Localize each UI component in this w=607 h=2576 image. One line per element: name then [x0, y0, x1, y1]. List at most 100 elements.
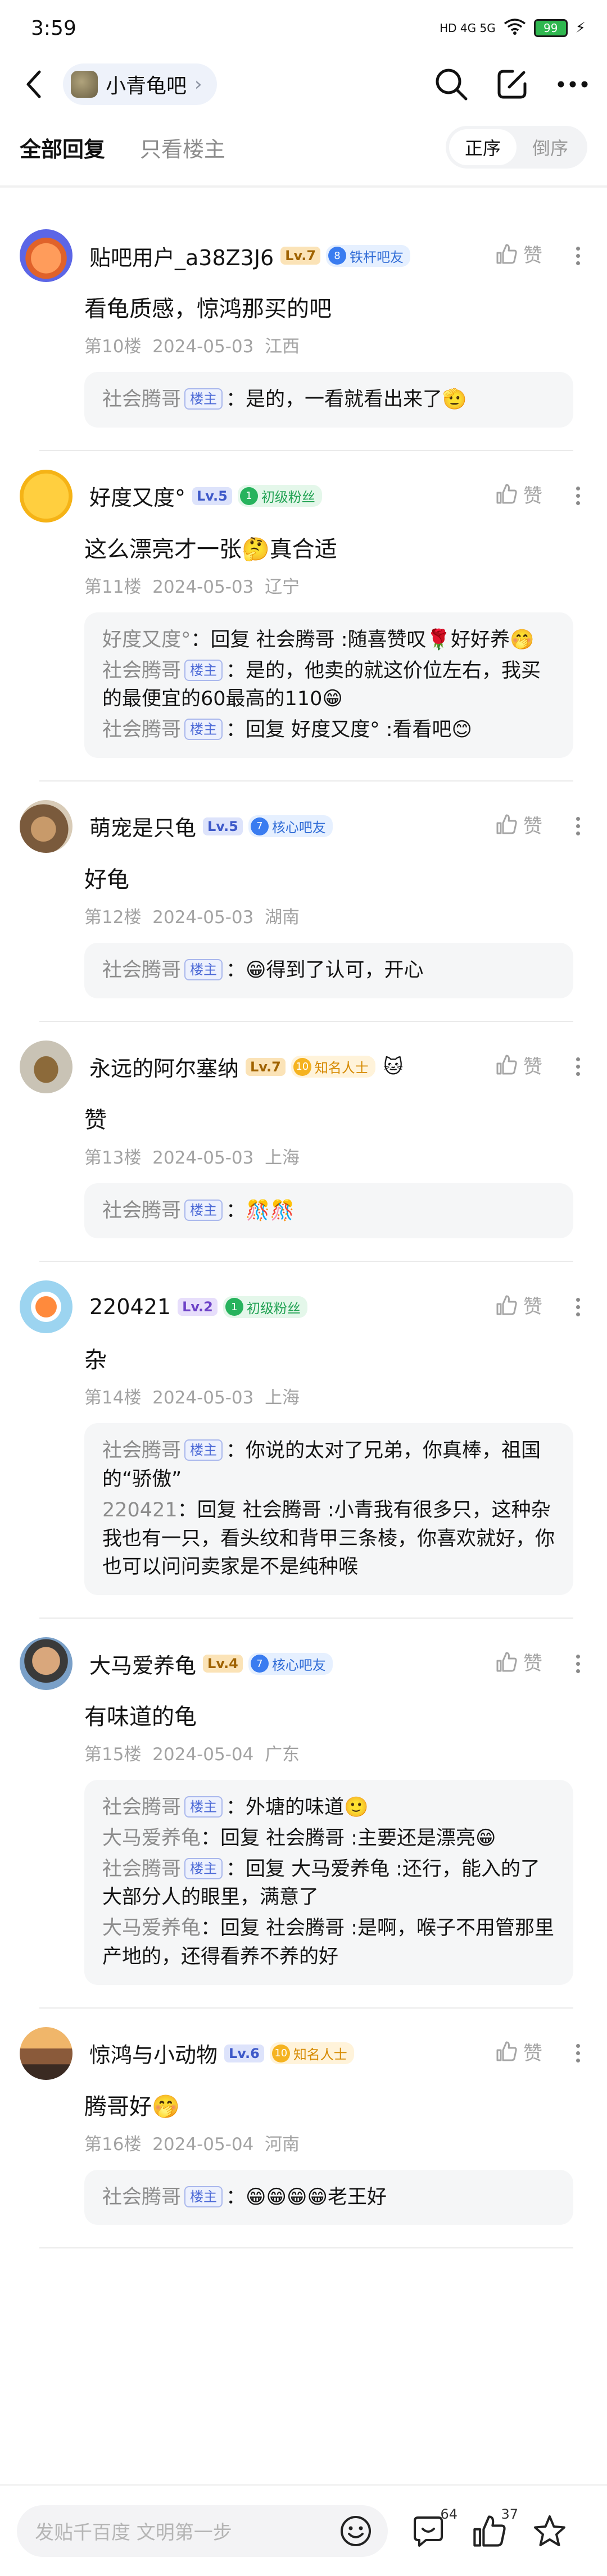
sub-replies[interactable]: 社会腾哥 楼主 ：😁得到了认可，开心: [84, 942, 573, 998]
like-count: 37: [501, 2506, 518, 2522]
sub-reply[interactable]: 社会腾哥 楼主 ：😁得到了认可，开心: [102, 956, 555, 985]
badge-icon: 10: [271, 2044, 290, 2062]
filter-bar: 全部回复 只看楼主 正序 倒序: [0, 119, 607, 175]
sub-reply[interactable]: 大马爱养龟：回复 社会腾哥 :主要还是漂亮😁: [102, 1824, 555, 1853]
sub-replies[interactable]: 社会腾哥 楼主 ：😁😁😁😁老王好: [84, 2169, 573, 2225]
more-button[interactable]: [555, 67, 590, 102]
avatar[interactable]: [20, 229, 73, 282]
top-nav: 小青龟吧 ›: [0, 56, 607, 112]
username[interactable]: 萌宠是只龟: [89, 811, 196, 842]
sub-reply[interactable]: 220421：回复 社会腾哥 :小青我有很多只，这种杂我也有一只，看头纹和背甲三…: [102, 1496, 555, 1582]
sub-replies[interactable]: 社会腾哥 楼主 ：是的，一看就看出来了🫡: [84, 372, 573, 428]
like-button[interactable]: 赞: [495, 240, 542, 267]
wifi-icon: [504, 18, 526, 39]
username[interactable]: 惊鸿与小动物: [89, 2038, 218, 2069]
level-badge: Lv.6: [224, 2044, 264, 2062]
status-icons: HD 4G 5G 99 ⚡: [440, 18, 586, 39]
avatar[interactable]: [20, 1280, 73, 1334]
bottom-bar: 发贴千百度 文明第一步 64 37: [0, 2484, 607, 2576]
signal-icon: HD 4G 5G: [440, 21, 496, 35]
sub-reply[interactable]: 社会腾哥 楼主 ：🎊🎊: [102, 1197, 555, 1225]
sub-reply[interactable]: 社会腾哥 楼主 ：😁😁😁😁老王好: [102, 2183, 555, 2212]
post-content: 这么漂亮才一张🤔真合适: [84, 536, 337, 562]
avatar[interactable]: [20, 2027, 73, 2080]
reply-post: 大马爱养龟 Lv.4 7 核心吧友 赞 有味道的龟 第15楼 2024-05-04…: [0, 1619, 607, 2009]
fan-badge: 1 初级粉丝: [237, 485, 322, 507]
tab-all-replies[interactable]: 全部回复: [20, 132, 105, 163]
sub-reply[interactable]: 社会腾哥 楼主 ：是的，他卖的就这价位左右，我买的最便宜的60最高的110😁: [102, 657, 555, 714]
username[interactable]: 贴吧用户_a38Z3J6: [89, 240, 274, 271]
avatar[interactable]: [20, 799, 73, 853]
forum-chip[interactable]: 小青龟吧 ›: [63, 63, 217, 105]
sub-reply[interactable]: 大马爱养龟：回复 社会腾哥 :是啊，喉子不用管那里产地的，还得看养不养的好: [102, 1914, 555, 1971]
reply-input[interactable]: 发贴千百度 文明第一步: [17, 2505, 388, 2557]
owner-tag: 楼主: [184, 659, 223, 681]
sort-ascending[interactable]: 正序: [449, 129, 517, 165]
emoji-icon[interactable]: [339, 2515, 372, 2547]
sub-reply[interactable]: 社会腾哥 楼主 ：你说的太对了兄弟，你真棒，祖国的“骄傲”: [102, 1437, 555, 1494]
post-meta: 第14楼 2024-05-03 上海: [84, 1388, 300, 1409]
like-label: 赞: [523, 1055, 542, 1078]
post-content: 杂: [84, 1347, 107, 1374]
post-more-button[interactable]: [565, 1051, 590, 1083]
compose-icon: [497, 70, 527, 99]
edit-button[interactable]: [495, 67, 529, 102]
username[interactable]: 大马爱养龟: [89, 1648, 196, 1679]
like-label: 赞: [523, 815, 542, 838]
search-button[interactable]: [434, 67, 469, 102]
owner-tag: 楼主: [184, 2186, 223, 2207]
more-horizontal-icon: [558, 81, 588, 88]
user-emoji-badge: 🐱: [383, 1055, 404, 1078]
fan-badge: 10 知名人士: [291, 1056, 375, 1078]
sub-reply[interactable]: 好度又度°：回复 社会腾哥 :随喜赞叹🌹好好养🤭: [102, 626, 555, 655]
post-content: 有味道的龟: [84, 1704, 197, 1730]
sort-toggle: 正序 倒序: [446, 126, 587, 169]
level-badge: Lv.4: [203, 1655, 243, 1673]
like-button[interactable]: 赞: [495, 811, 542, 838]
sub-replies[interactable]: 社会腾哥 楼主 ：🎊🎊: [84, 1183, 573, 1239]
sub-replies[interactable]: 社会腾哥 楼主 ：你说的太对了兄弟，你真棒，祖国的“骄傲” 220421：回复 社会…: [84, 1423, 573, 1595]
thumbs-up-icon: [496, 484, 517, 504]
like-button[interactable]: 赞: [495, 1051, 542, 1079]
sub-reply[interactable]: 社会腾哥 楼主 ：回复 大马爱养龟 :还行，能入的了大部分人的眼里，满意了: [102, 1855, 555, 1912]
sub-replies[interactable]: 社会腾哥 楼主 ：外塘的味道🙂 大马爱养龟：回复 社会腾哥 :主要还是漂亮😁 社会腾…: [84, 1780, 573, 1985]
post-more-button[interactable]: [565, 1648, 590, 1679]
username[interactable]: 永远的阿尔塞纳: [89, 1051, 239, 1082]
reply-post: 贴吧用户_a38Z3J6 Lv.7 8 铁杆吧友 赞 看龟质感，惊鸿那买的吧 第1…: [0, 211, 607, 451]
post-more-button[interactable]: [565, 2038, 590, 2069]
like-button[interactable]: 赞: [495, 1648, 542, 1675]
thumbs-up-icon: [496, 244, 517, 263]
badge-icon: 10: [293, 1057, 311, 1076]
post-more-button[interactable]: [565, 240, 590, 271]
favorite-button[interactable]: [529, 2511, 570, 2551]
sub-reply[interactable]: 社会腾哥 楼主 ：外塘的味道🙂: [102, 1793, 555, 1822]
forum-name: 小青龟吧: [106, 75, 187, 98]
back-button[interactable]: [17, 67, 51, 101]
post-meta: 第10楼 2024-05-03 江西: [84, 337, 300, 357]
username[interactable]: 220421: [89, 1294, 171, 1319]
like-button[interactable]: 赞: [495, 2038, 542, 2065]
post-more-button[interactable]: [565, 480, 590, 512]
post-more-button[interactable]: [565, 811, 590, 842]
post-meta: 第13楼 2024-05-03 上海: [84, 1147, 300, 1168]
sort-descending[interactable]: 倒序: [517, 129, 584, 165]
like-button[interactable]: 赞: [495, 480, 542, 508]
sub-replies[interactable]: 好度又度°：回复 社会腾哥 :随喜赞叹🌹好好养🤭 社会腾哥 楼主 ：是的，他卖的就这…: [84, 612, 573, 758]
username[interactable]: 好度又度°: [89, 480, 185, 511]
thumbs-up-icon: [496, 1055, 517, 1075]
thumbs-up-icon: [496, 1295, 517, 1315]
badge-icon: 1: [225, 1298, 243, 1316]
tab-owner-only[interactable]: 只看楼主: [140, 132, 225, 163]
comment-button[interactable]: 64: [408, 2506, 457, 2551]
like-label: 赞: [523, 1652, 542, 1675]
avatar[interactable]: [20, 469, 73, 523]
like-post-button[interactable]: 37: [469, 2506, 518, 2551]
like-button[interactable]: 赞: [495, 1291, 542, 1319]
reply-post: 220421 Lv.2 1 初级粉丝 赞 杂 第14楼 2024-05-03 上海…: [0, 1262, 607, 1619]
avatar[interactable]: [20, 1637, 73, 1690]
thumbs-up-icon: [496, 2041, 517, 2061]
sub-reply[interactable]: 社会腾哥 楼主 ：是的，一看就看出来了🫡: [102, 385, 555, 414]
post-more-button[interactable]: [565, 1291, 590, 1323]
avatar[interactable]: [20, 1040, 73, 1093]
sub-reply[interactable]: 社会腾哥 楼主 ：回复 好度又度° :看看吧😊: [102, 716, 555, 744]
